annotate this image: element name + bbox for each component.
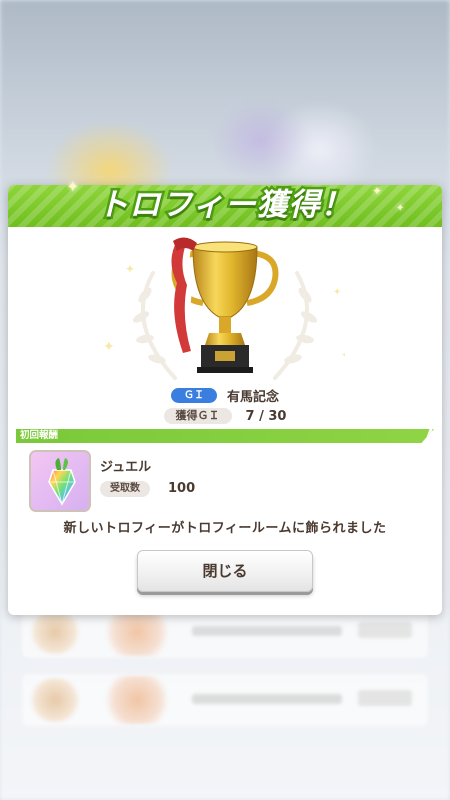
sparkle-icon: ✦: [372, 184, 383, 198]
trophy-icon: [171, 237, 279, 373]
close-button[interactable]: 閉じる: [137, 550, 313, 592]
section-header: 初回報酬: [16, 429, 434, 443]
dialog-body: ✦ ✦ ✦ ✦: [8, 227, 442, 615]
dialog-message: 新しいトロフィーがトロフィールームに飾られました: [63, 521, 387, 536]
trophy-name-row: ＧＩ 有馬記念: [8, 385, 442, 405]
sparkle-icon: ✦: [66, 177, 80, 196]
background-list-row: [22, 674, 428, 726]
trophy-display: ✦ ✦ ✦ ✦: [105, 233, 345, 393]
grade-badge: ＧＩ: [170, 387, 217, 403]
trophy-dialog: トロフィー獲得！ ✦ ✦ ✦ ✦ ✦ ✦ ＧＩ 有馬記念 獲得ＧＩ 7 / 30…: [8, 179, 442, 615]
count-label: 獲得ＧＩ: [163, 408, 232, 424]
section-stripe: [424, 429, 433, 443]
reward-name: ジュエル: [100, 460, 152, 475]
section-title: 初回報酬: [20, 430, 59, 441]
race-name: 有馬記念: [226, 389, 279, 405]
reward-qty-label: 受取数: [100, 481, 150, 497]
reward-qty: 100: [168, 481, 196, 496]
trophy-count-row: 獲得ＧＩ 7 / 30: [8, 406, 442, 426]
sparkle-icon: ✦: [396, 203, 405, 214]
jewel-icon: [29, 450, 91, 512]
count-value: 7 / 30: [245, 408, 287, 424]
